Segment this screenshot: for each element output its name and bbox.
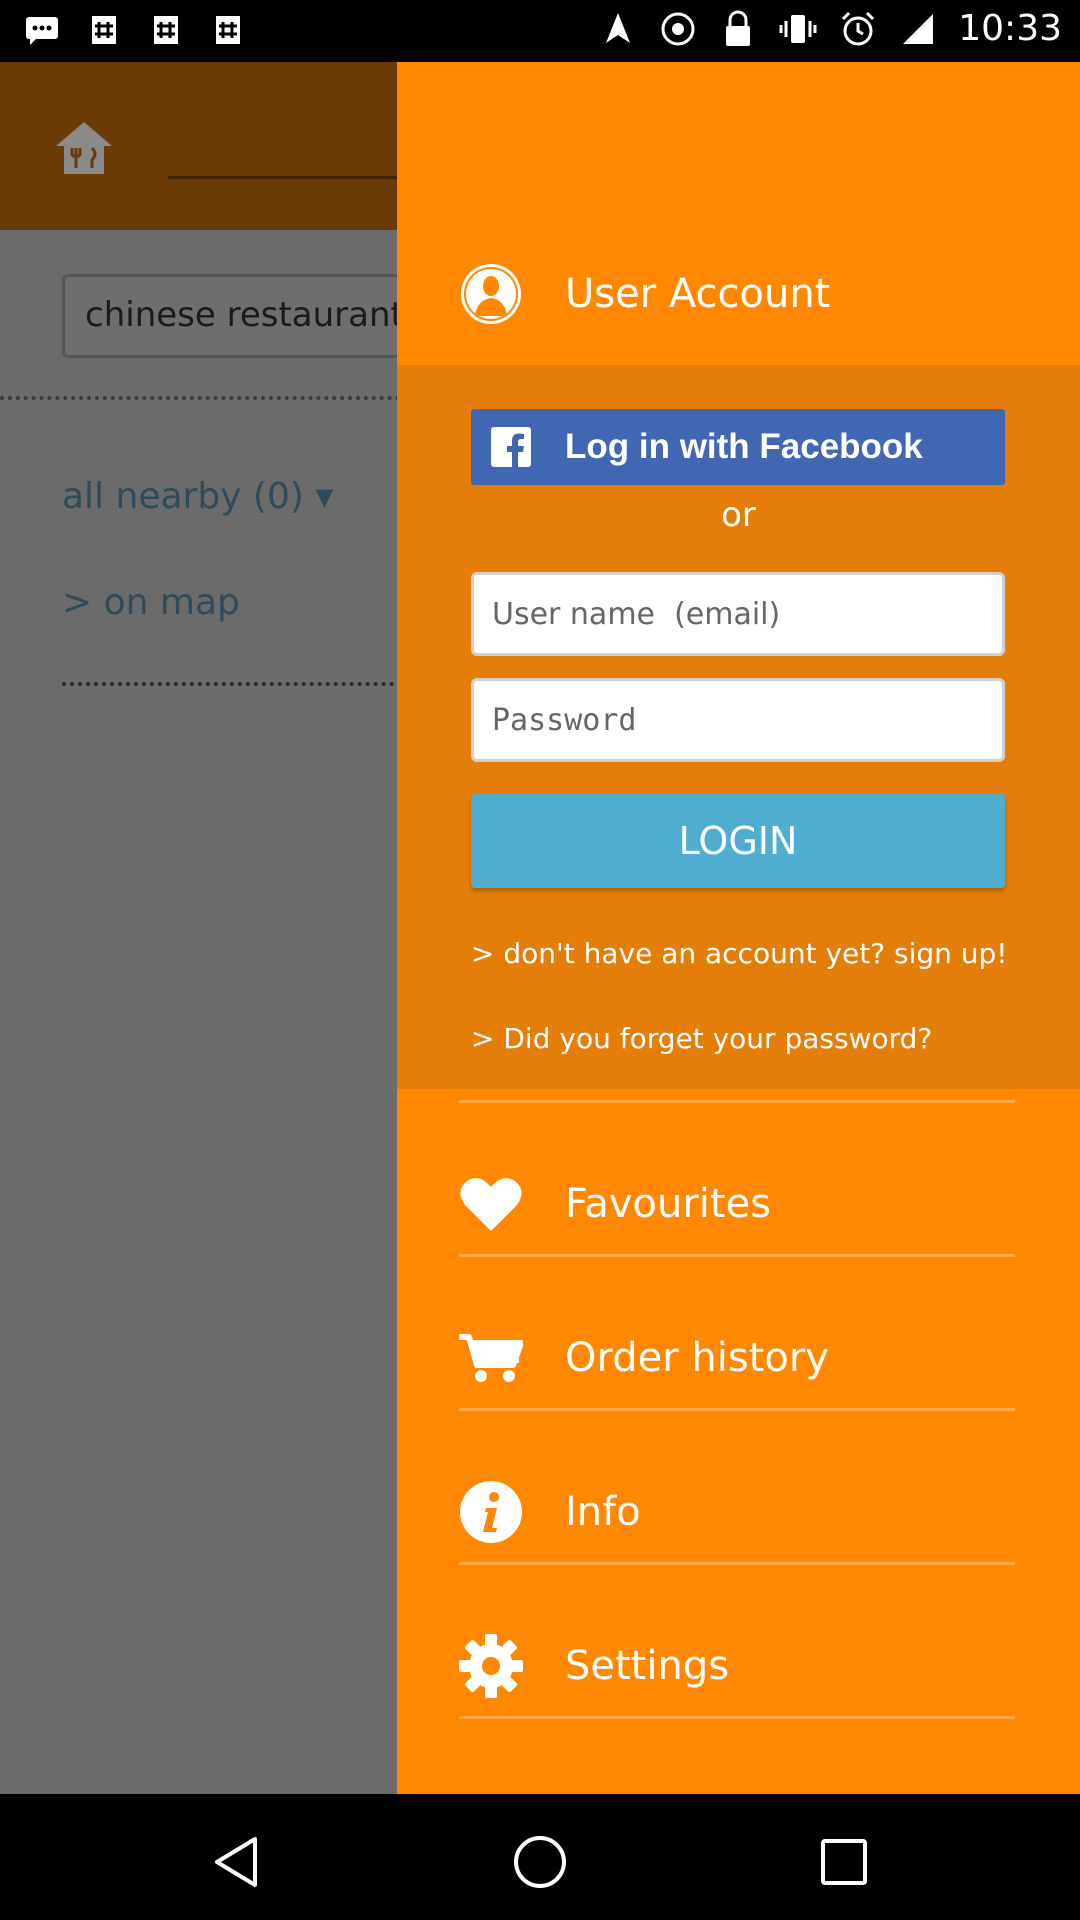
- dotted-divider: [62, 682, 402, 686]
- system-nav-bar: [0, 1794, 1080, 1920]
- back-icon[interactable]: [206, 1832, 266, 1892]
- menu-divider: [459, 1254, 1015, 1257]
- menu-item-label: Order history: [565, 1335, 829, 1381]
- navigation-drawer: User Account Log in with Facebook or LOG…: [397, 62, 1080, 1794]
- username-field[interactable]: [471, 572, 1005, 656]
- clock: 10:33: [958, 8, 1062, 49]
- menu-item-info[interactable]: Info: [459, 1480, 641, 1544]
- menu-item-label: Settings: [565, 1643, 730, 1689]
- home-icon[interactable]: [510, 1832, 570, 1892]
- on-map-link[interactable]: > on map: [62, 582, 240, 623]
- fake-gps-icon: [598, 9, 638, 49]
- heart-icon: [459, 1172, 523, 1236]
- nearby-filter-dropdown[interactable]: all nearby (0) ▾: [62, 476, 333, 517]
- target-icon: [658, 9, 698, 49]
- menu-item-label: Favourites: [565, 1181, 772, 1227]
- status-bar: 10:33: [0, 0, 1080, 62]
- menu-divider: [459, 1562, 1015, 1565]
- menu-divider: [459, 1408, 1015, 1411]
- search-value: chinese restaurant: [85, 295, 404, 335]
- vibrate-icon: [778, 9, 818, 49]
- dotted-divider: [0, 396, 400, 400]
- system-icons: 10:33: [598, 8, 1062, 49]
- menu-item-favourites[interactable]: Favourites: [459, 1172, 771, 1236]
- user-account-label: User Account: [565, 271, 831, 317]
- menu-item-settings[interactable]: Settings: [459, 1634, 729, 1698]
- cart-icon: [459, 1326, 523, 1390]
- gear-icon: [459, 1634, 523, 1698]
- facebook-login-button[interactable]: Log in with Facebook: [471, 409, 1005, 485]
- restaurant-home-icon[interactable]: [52, 118, 116, 178]
- menu-item-label: Info: [565, 1489, 641, 1535]
- hashtag-icon: [146, 10, 186, 50]
- signal-icon: [898, 9, 938, 49]
- facebook-login-label: Log in with Facebook: [565, 427, 923, 466]
- hashtag-icon: [208, 10, 248, 50]
- notification-icons: [22, 10, 248, 50]
- menu-divider: [459, 1716, 1015, 1719]
- user-account-item[interactable]: User Account: [459, 262, 830, 326]
- menu-item-order-history[interactable]: Order history: [459, 1326, 829, 1390]
- alarm-icon: [838, 9, 878, 49]
- login-section: Log in with Facebook or LOGIN > don't ha…: [397, 365, 1080, 1089]
- or-separator: or: [721, 495, 756, 535]
- signup-link[interactable]: > don't have an account yet? sign up!: [471, 937, 1008, 970]
- header-underline: [168, 176, 408, 179]
- login-button[interactable]: LOGIN: [471, 794, 1005, 888]
- menu-divider: [459, 1100, 1015, 1103]
- user-icon: [459, 262, 523, 326]
- forgot-password-link[interactable]: > Did you forget your password?: [471, 1022, 932, 1055]
- info-icon: [459, 1480, 523, 1544]
- message-icon: [22, 10, 62, 50]
- recents-icon[interactable]: [814, 1832, 874, 1892]
- drawer-header: User Account: [397, 62, 1080, 365]
- password-field[interactable]: [471, 678, 1005, 762]
- lock-icon: [718, 9, 758, 49]
- facebook-icon: [491, 427, 531, 467]
- hashtag-icon: [84, 10, 124, 50]
